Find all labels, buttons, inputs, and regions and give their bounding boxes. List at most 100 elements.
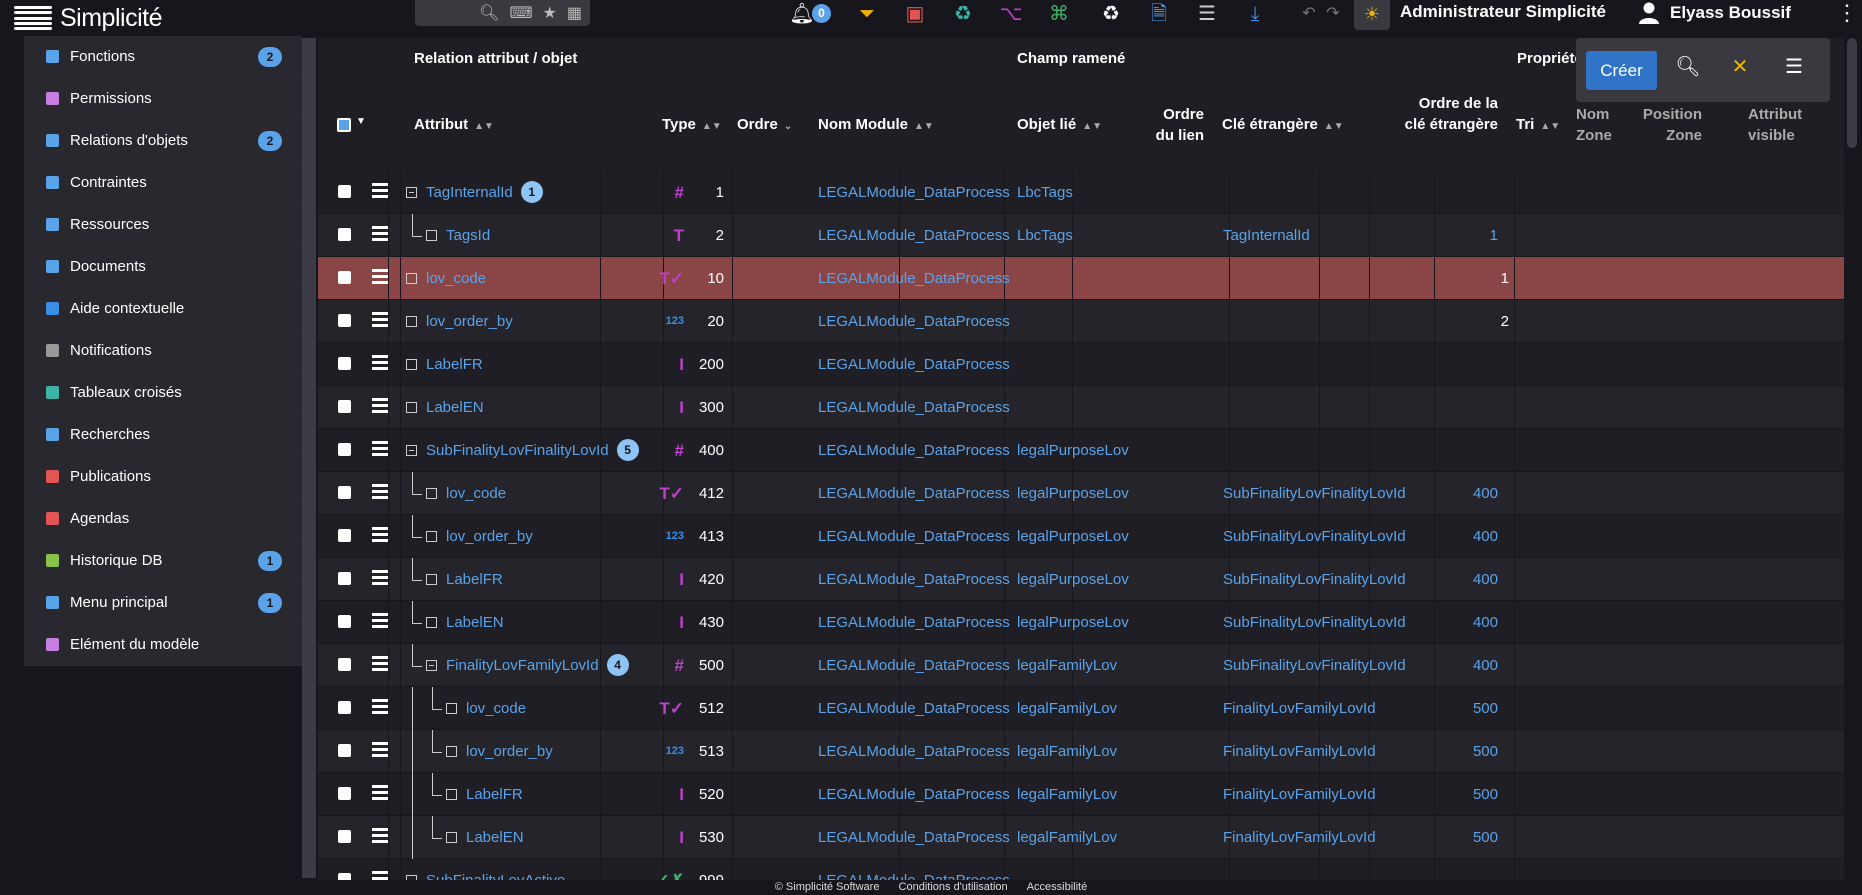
cell-objet-lie[interactable]: legalPurposeLov (1017, 472, 1129, 515)
cell-cle-etrangere[interactable]: TagInternalId (1223, 214, 1310, 257)
row-menu-icon[interactable] (372, 397, 388, 414)
cell-cle-etrangere[interactable]: FinalityLovFamilyLovId (1223, 773, 1376, 816)
table-row[interactable]: lov_order_by 123 513 LEGALModule_DataProces… (318, 730, 1844, 773)
attribut-link[interactable]: LabelEN (466, 829, 524, 846)
row-checkbox[interactable] (338, 658, 351, 671)
col-attribut[interactable]: Attribut ▲▼ (414, 114, 494, 137)
row-menu-icon[interactable] (372, 784, 388, 801)
download-icon[interactable]: ⤓ (1240, 2, 1270, 26)
row-menu-icon[interactable] (372, 655, 388, 672)
col-tri[interactable]: Tri ▲▼ (1516, 114, 1560, 137)
cell-cle-etrangere[interactable]: FinalityLovFamilyLovId (1223, 730, 1376, 773)
cell-attribut[interactable]: lov_order_by (426, 515, 533, 558)
attribut-link[interactable]: lov_code (446, 485, 506, 502)
card-icon[interactable]: ▣ (900, 2, 930, 26)
row-menu-icon[interactable] (372, 225, 388, 242)
col-nom-zone[interactable]: Nom Zone (1576, 104, 1636, 146)
cell-nom-module[interactable]: LEGALModule_DataProcess (818, 472, 1010, 515)
sidebar-item[interactable]: Menu principal 1 (24, 582, 302, 624)
sidebar-item[interactable]: Tableaux croisés (24, 372, 302, 414)
cell-objet-lie[interactable]: legalPurposeLov (1017, 429, 1129, 472)
row-menu-icon[interactable] (372, 827, 388, 844)
table-row[interactable]: lov_code T✓ 512 LEGALModule_DataProcess lega… (318, 687, 1844, 730)
row-menu-icon[interactable] (372, 440, 388, 457)
page-scrollbar[interactable] (1844, 38, 1862, 880)
cell-attribut[interactable]: LabelEN (426, 601, 504, 644)
genie-lamp-icon[interactable]: ☀ (1354, 0, 1390, 30)
attribut-link[interactable]: TagsId (446, 227, 490, 244)
col-ordre[interactable]: Ordre ⌄ (737, 114, 792, 137)
attribut-link[interactable]: SubFinalityLovFinalityLovId (426, 442, 609, 459)
attribut-link[interactable]: TagInternalId (426, 184, 513, 201)
collapse-icon[interactable] (406, 186, 417, 198)
table-row[interactable]: lov_code T✓ 10 LEGALModule_DataProcess 1 (318, 257, 1844, 300)
redo-icon[interactable]: ↷ (1318, 2, 1348, 26)
attribut-link[interactable]: LabelFR (446, 571, 503, 588)
user-icon[interactable] (1638, 1, 1660, 25)
cell-nom-module[interactable]: LEGALModule_DataProcess (818, 171, 1010, 214)
col-position-zone[interactable]: Position Zone (1640, 104, 1702, 146)
row-checkbox[interactable] (338, 486, 351, 499)
cell-objet-lie[interactable]: legalPurposeLov (1017, 515, 1129, 558)
attribut-link[interactable]: lov_order_by (426, 313, 513, 330)
cell-objet-lie[interactable]: legalFamilyLov (1017, 730, 1117, 773)
row-checkbox[interactable] (338, 443, 351, 456)
row-checkbox[interactable] (338, 529, 351, 542)
recycle-icon[interactable]: ♻︎ (1096, 2, 1126, 26)
row-menu-icon[interactable] (372, 311, 388, 328)
cell-attribut[interactable]: LabelEN (406, 386, 484, 429)
cell-nom-module[interactable]: LEGALModule_DataProcess (818, 257, 1010, 300)
cell-objet-lie[interactable]: legalFamilyLov (1017, 687, 1117, 730)
cell-attribut[interactable]: TagInternalId 1 (406, 171, 543, 214)
table-row[interactable]: SubFinalityLovFinalityLovId 5 #400 LEGALMod… (318, 429, 1844, 472)
cell-nom-module[interactable]: LEGALModule_DataProcess (818, 773, 1010, 816)
attribut-link[interactable]: LabelFR (426, 356, 483, 373)
row-checkbox[interactable] (338, 400, 351, 413)
select-menu-caret-icon[interactable]: ▼ (356, 116, 366, 127)
quick-search[interactable]: 🔍︎ ⌨︎ ★ ▦ (415, 0, 590, 26)
sidebar-item[interactable]: Historique DB 1 (24, 540, 302, 582)
cell-objet-lie[interactable]: LbcTags (1017, 171, 1073, 214)
cell-attribut[interactable]: lov_code (446, 687, 526, 730)
attribut-link[interactable]: LabelEN (446, 614, 504, 631)
collapse-icon[interactable] (406, 444, 417, 456)
attribut-link[interactable]: LabelFR (466, 786, 523, 803)
search-icon[interactable]: 🔍︎ (1674, 54, 1702, 79)
terms-link[interactable]: Conditions d'utilisation (899, 881, 1008, 893)
cell-attribut[interactable]: LabelFR (406, 343, 483, 386)
share-icon[interactable]: ⌥ (996, 2, 1026, 26)
sidebar-item[interactable]: Agendas (24, 498, 302, 540)
cell-objet-lie[interactable]: LbcTags (1017, 214, 1073, 257)
sidebar-item[interactable]: Aide contextuelle (24, 288, 302, 330)
cell-nom-module[interactable]: LEGALModule_DataProcess (818, 343, 1010, 386)
table-row[interactable]: lov_order_by 123 20 LEGALModule_DataProcess… (318, 300, 1844, 343)
sidebar-item[interactable]: Notifications (24, 330, 302, 372)
row-checkbox[interactable] (338, 830, 351, 843)
cell-nom-module[interactable]: LEGALModule_DataProcess (818, 859, 1010, 880)
page-scroll-thumb[interactable] (1847, 38, 1857, 148)
row-checkbox[interactable] (338, 787, 351, 800)
cell-attribut[interactable]: LabelEN (446, 816, 524, 859)
col-ordre-cle[interactable]: Ordre de la clé étrangère (1398, 93, 1498, 135)
row-checkbox[interactable] (338, 744, 351, 757)
table-row[interactable]: FinalityLovFamilyLovId 4 #500 LEGALModule_D… (318, 644, 1844, 687)
cell-attribut[interactable]: lov_code (406, 257, 486, 300)
cell-attribut[interactable]: lov_order_by (446, 730, 553, 773)
cell-cle-etrangere[interactable]: FinalityLovFamilyLovId (1223, 687, 1376, 730)
sidebar-item[interactable]: Ressources (24, 204, 302, 246)
cell-objet-lie[interactable]: legalPurposeLov (1017, 558, 1129, 601)
sidebar-item[interactable]: Fonctions 2 (24, 36, 302, 78)
sidebar-item[interactable]: Documents (24, 246, 302, 288)
filter-icon[interactable]: ⏷ (852, 2, 882, 26)
row-checkbox[interactable] (338, 572, 351, 585)
cell-attribut[interactable]: lov_order_by (406, 300, 513, 343)
search-icon[interactable]: 🔍︎ (479, 3, 499, 23)
row-menu-icon[interactable] (372, 268, 388, 285)
cell-nom-module[interactable]: LEGALModule_DataProcess (818, 386, 1010, 429)
sidebar-item[interactable]: Recherches (24, 414, 302, 456)
table-row[interactable]: LabelEN I 300 LEGALModule_DataProcess (318, 386, 1844, 429)
sidebar-item[interactable]: Publications (24, 456, 302, 498)
row-menu-icon[interactable] (372, 698, 388, 715)
sidebar-item[interactable]: Contraintes (24, 162, 302, 204)
col-objet-lie[interactable]: Objet lié ▲▼ (1017, 114, 1102, 137)
